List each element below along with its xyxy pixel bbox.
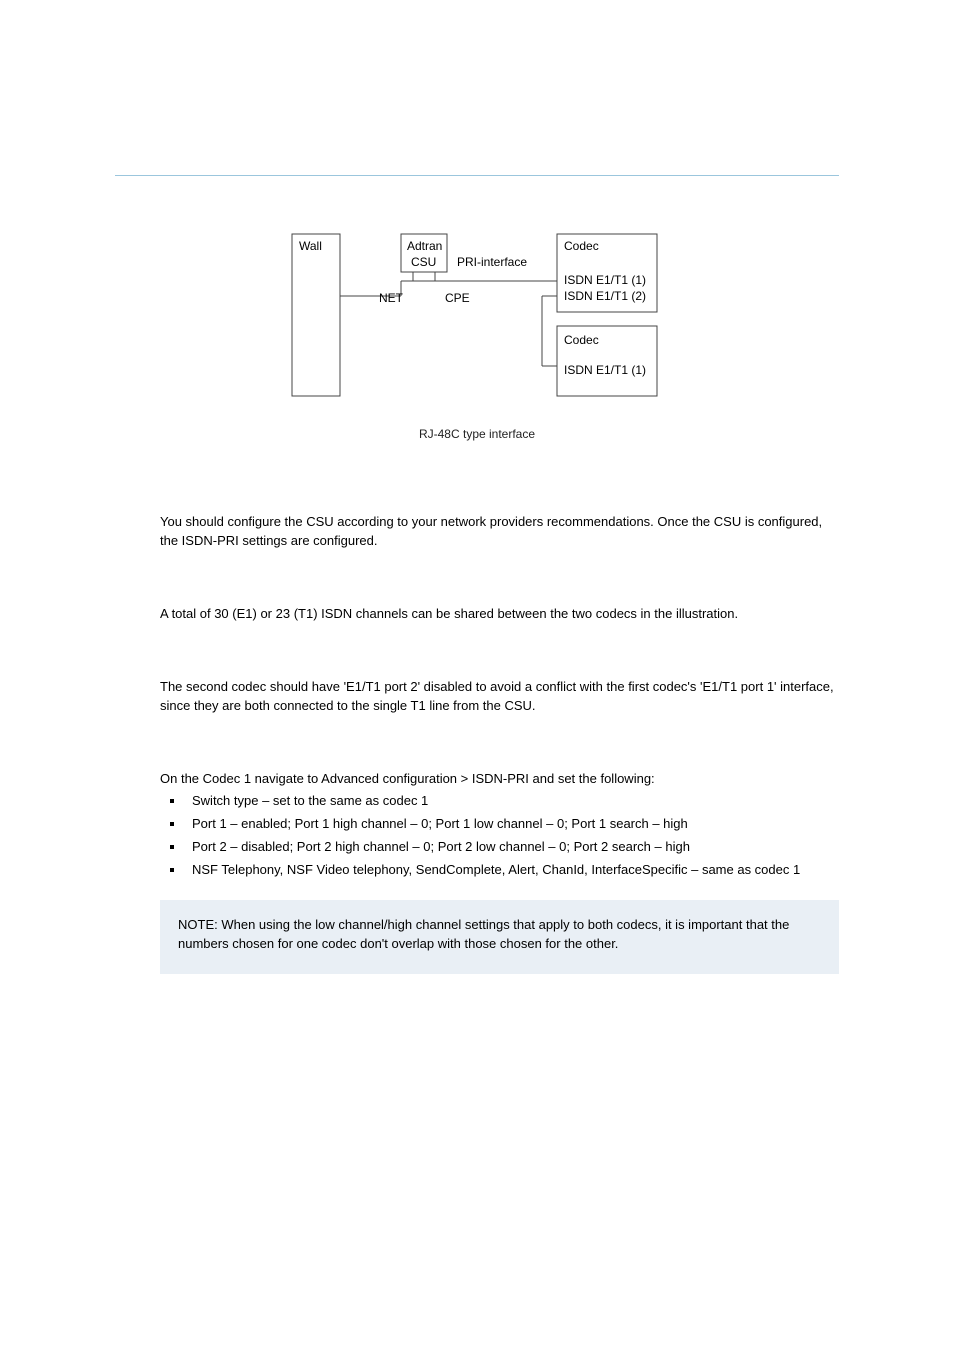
- diagram: Wall Adtran CSU PRI-interface NET CPE Co…: [115, 226, 839, 416]
- adtran-label-1: Adtran: [407, 239, 442, 253]
- list-item: NSF Telephony, NSF Video telephony, Send…: [160, 861, 839, 880]
- adtran-label-2: CSU: [411, 255, 436, 269]
- diagram-caption: RJ-48C type interface: [115, 426, 839, 443]
- list-item: Port 2 – disabled; Port 2 high channel –…: [160, 838, 839, 857]
- codec1-line2: ISDN E1/T1 (2): [564, 289, 646, 303]
- paragraph-3: The second codec should have 'E1/T1 port…: [160, 678, 839, 716]
- list-item: Port 1 – enabled; Port 1 high channel – …: [160, 815, 839, 834]
- cpe-label: CPE: [445, 291, 470, 305]
- note-box: NOTE: When using the low channel/high ch…: [160, 900, 839, 974]
- paragraph-4: On the Codec 1 navigate to Advanced conf…: [160, 770, 839, 789]
- interface-diagram-svg: Wall Adtran CSU PRI-interface NET CPE Co…: [287, 226, 667, 416]
- paragraph-1: You should configure the CSU according t…: [160, 513, 839, 551]
- paragraph-2: A total of 30 (E1) or 23 (T1) ISDN chann…: [160, 605, 839, 624]
- pri-interface-label: PRI-interface: [457, 255, 527, 269]
- codec1-title: Codec: [564, 239, 599, 253]
- divider: [115, 175, 839, 176]
- codec1-line1: ISDN E1/T1 (1): [564, 273, 646, 287]
- list-item: Switch type – set to the same as codec 1: [160, 792, 839, 811]
- net-label: NET: [379, 291, 404, 305]
- codec2-line1: ISDN E1/T1 (1): [564, 363, 646, 377]
- codec2-title: Codec: [564, 333, 599, 347]
- wall-label: Wall: [299, 239, 322, 253]
- settings-list: Switch type – set to the same as codec 1…: [160, 792, 839, 879]
